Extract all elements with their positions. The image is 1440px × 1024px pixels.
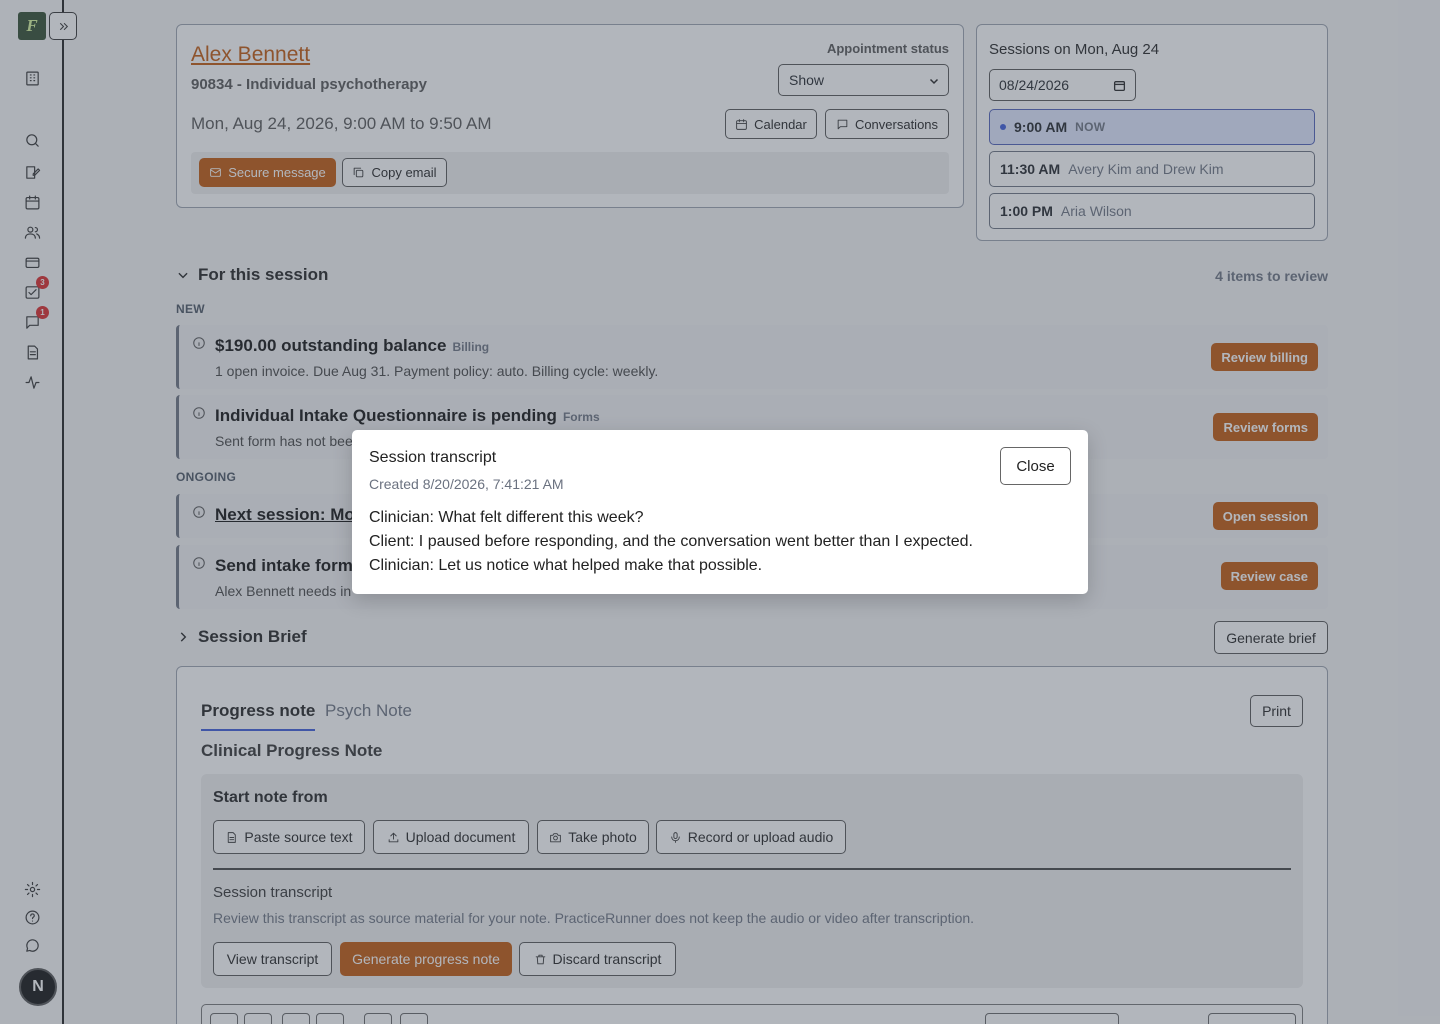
transcript-modal: Session transcript Created 8/20/2026, 7:… (352, 430, 1088, 594)
transcript-line: Client: I paused before responding, and … (369, 533, 973, 550)
close-modal-button[interactable]: Close (1000, 447, 1071, 485)
modal-created-date: Created 8/20/2026, 7:41:21 AM (369, 476, 564, 492)
modal-title: Session transcript (369, 449, 497, 466)
transcript-line: Clinician: Let us notice what helped mak… (369, 557, 763, 574)
transcript-line: Clinician: What felt different this week… (369, 509, 644, 526)
